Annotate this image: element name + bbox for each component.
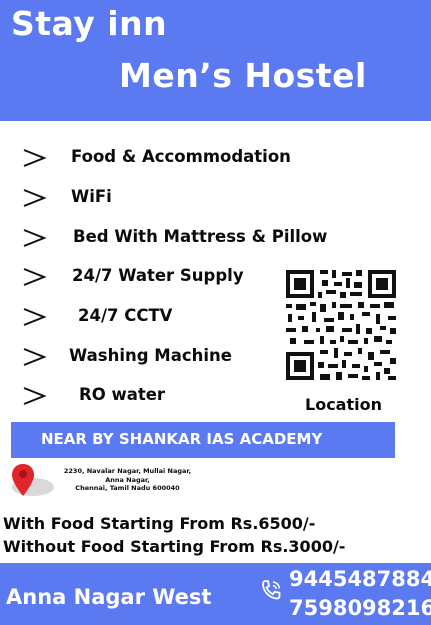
feature-item: Food & Accommodation <box>0 144 330 172</box>
area-name: Anna Nagar West <box>6 585 212 609</box>
arrow-icon <box>23 229 47 247</box>
header-banner: Stay inn Men’s Hostel <box>0 0 431 121</box>
address-line: 2230, Navalar Nagar, Mullai Nagar, <box>63 467 192 475</box>
arrow-icon <box>23 308 47 326</box>
qr-code-icon[interactable] <box>284 268 398 382</box>
feature-label: RO water <box>79 385 166 404</box>
feature-label: Bed With Mattress & Pillow <box>73 227 328 246</box>
feature-item: Bed With Mattress & Pillow <box>0 224 330 252</box>
feature-item: Washing Machine <box>0 343 330 371</box>
arrow-icon <box>23 387 47 405</box>
footer-banner: Anna Nagar West 9445487884 7598098216 <box>0 563 431 625</box>
address-line: Anna Nagar, <box>105 475 150 484</box>
price-without-food: Without Food Starting From Rs.3000/- <box>3 537 346 556</box>
feature-item: 24/7 Water Supply <box>0 263 330 291</box>
feature-item: 24/7 CCTV <box>0 303 330 331</box>
qr-caption: Location <box>305 395 382 414</box>
feature-label: Washing Machine <box>69 346 232 365</box>
address-line: Chennai, Tamil Nadu 600040 <box>75 484 180 492</box>
phone-icon <box>262 580 281 600</box>
feature-item: RO water <box>0 382 330 410</box>
title-line-2: Men’s Hostel <box>119 56 367 95</box>
arrow-icon <box>23 149 47 167</box>
feature-label: 24/7 Water Supply <box>72 266 244 285</box>
arrow-icon <box>23 268 47 286</box>
feature-label: Food & Accommodation <box>71 147 291 166</box>
price-with-food: With Food Starting From Rs.6500/- <box>3 514 316 533</box>
phone-number[interactable]: 7598098216 <box>289 596 431 620</box>
feature-label: 24/7 CCTV <box>78 306 173 325</box>
arrow-icon <box>23 348 47 366</box>
address-block: 2230, Navalar Nagar, Mullai Nagar, Anna … <box>50 467 205 493</box>
feature-item: WiFi <box>0 184 330 212</box>
near-banner: NEAR BY SHANKAR IAS ACADEMY <box>11 422 395 458</box>
title-line-1: Stay inn <box>11 4 168 43</box>
phone-number[interactable]: 9445487884 <box>289 567 431 591</box>
feature-label: WiFi <box>71 187 112 206</box>
arrow-icon <box>23 189 47 207</box>
near-banner-text: NEAR BY SHANKAR IAS ACADEMY <box>41 430 323 448</box>
